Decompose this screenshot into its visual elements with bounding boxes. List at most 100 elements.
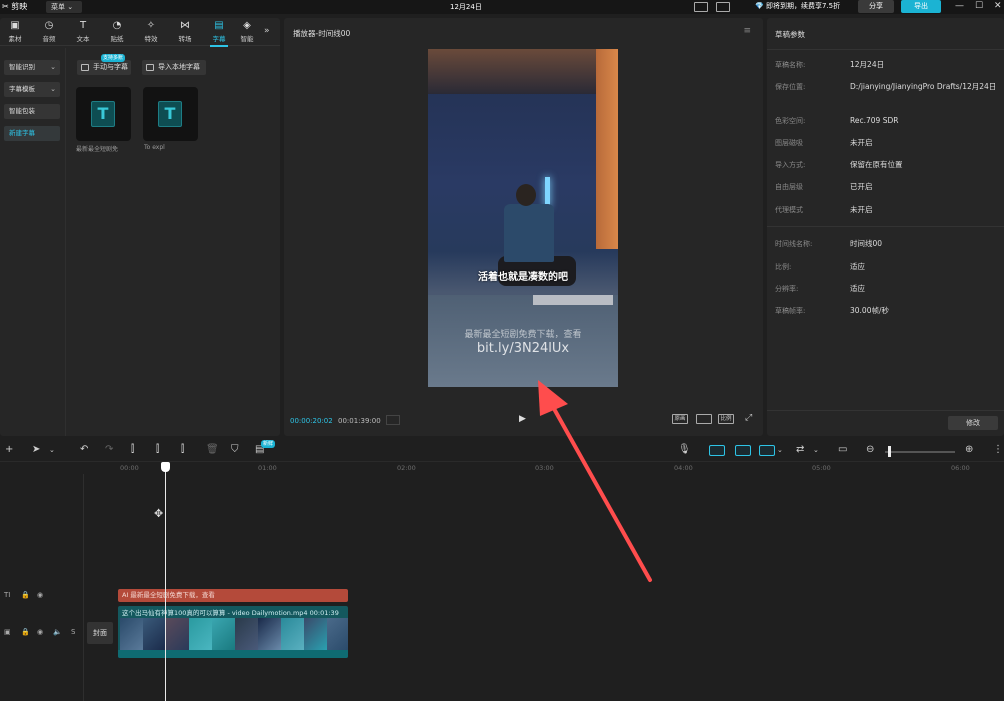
quality-button[interactable]: 原画 (672, 414, 688, 424)
maximize-icon[interactable]: ☐ (975, 1, 983, 11)
sidenav-new-caption[interactable]: 新建字幕 (4, 126, 60, 141)
import-caption-label: 导入本地字幕 (158, 63, 200, 71)
linkage-icon[interactable] (759, 445, 775, 456)
minimize-icon[interactable]: — (955, 1, 964, 11)
ratio-button[interactable]: 比例 (718, 414, 734, 424)
caption-sidenav: 智能识别 ⌄ 字幕模板 ⌄ 智能包装 新建字幕 (0, 48, 66, 436)
eye-icon[interactable]: ◉ (37, 591, 43, 599)
caption-thumbnail[interactable]: T (76, 87, 131, 141)
clip-frame (258, 618, 281, 650)
prop-label: 图层磁吸 (775, 139, 803, 147)
tool-label: 贴纸 (110, 35, 124, 43)
playhead-line[interactable] (165, 462, 166, 701)
add-track-icon[interactable]: + (5, 445, 13, 455)
zoom-slider[interactable] (885, 451, 955, 453)
caption-thumbnail[interactable]: T (143, 87, 198, 141)
main-track-magnet-icon[interactable] (709, 445, 725, 456)
text-icon: T (79, 20, 87, 31)
shortcut-icon[interactable] (716, 2, 730, 12)
more-vertical-icon[interactable]: ⋮ (993, 445, 1003, 455)
subtitle-clip[interactable]: AI 最新最全短剧免费下载，查看 (118, 589, 348, 602)
tool-label: 转场 (178, 35, 192, 43)
redo-icon[interactable]: ↷ (105, 445, 113, 455)
tool-label: 智能 (240, 35, 254, 43)
smart-icon: ◈ (243, 20, 251, 31)
undo-icon[interactable]: ↶ (80, 445, 88, 455)
manual-caption-button[interactable]: 手动与字幕 (77, 60, 131, 75)
tool-smart[interactable]: ◈ 智能 (232, 20, 262, 44)
split-icon[interactable]: ⫿ (131, 445, 134, 455)
video-clip[interactable]: 这个出马仙有神算100真的可以算算 - video Dailymotion.mp… (118, 606, 348, 658)
zoom-slider-handle[interactable] (888, 446, 891, 457)
layout-icon[interactable] (694, 2, 708, 12)
ruler-tick: 06:00 (951, 464, 970, 472)
prop-label: 分辨率: (775, 285, 799, 293)
edit-button[interactable]: 修改 (948, 416, 998, 430)
chevron-down-icon[interactable]: ⌄ (49, 445, 55, 455)
tool-media[interactable]: ▣ 素材 (0, 20, 30, 44)
export-button[interactable]: 导出 (901, 0, 941, 13)
lock-icon[interactable]: 🔒 (21, 591, 30, 599)
ruler-tick: 00:00 (120, 464, 139, 472)
cover-button[interactable]: 封面 (87, 622, 113, 644)
sidenav-smart-recognize[interactable]: 智能识别 ⌄ (4, 60, 60, 75)
chevron-down-icon[interactable]: ⌄ (777, 445, 783, 455)
fullscreen-icon[interactable]: ⤢ (745, 413, 752, 423)
sidenav-smart-pack[interactable]: 智能包装 (4, 104, 60, 119)
tool-sticker[interactable]: ◔ 贴纸 (102, 20, 132, 44)
eye-icon[interactable]: ◉ (37, 628, 43, 636)
play-icon[interactable]: ▶ (519, 414, 526, 424)
playhead-handle[interactable] (161, 462, 170, 472)
app-name: 剪映 (11, 2, 28, 11)
solo-icon[interactable]: S (71, 628, 75, 636)
sticker-icon: ◔ (112, 20, 122, 31)
timeline-toolbar: + ➤ ⌄ ↶ ↷ ⫿ ⫿ ⫿ 🗑 ⛉ ▤ 新鲜 🎙 ⌄ ⇄ ⌄ ▭ ⊖ ⊕ ⋮ (0, 440, 1004, 462)
timeline-area[interactable] (0, 474, 1004, 701)
import-caption-button[interactable]: 导入本地字幕 (142, 60, 206, 75)
tool-text[interactable]: T 文本 (68, 20, 98, 44)
media-icon: ▣ (10, 20, 20, 31)
timecode-toggle[interactable] (386, 415, 400, 425)
fullscreen-crop-icon[interactable] (696, 414, 712, 424)
lock-icon[interactable]: 🔒 (21, 628, 30, 636)
close-icon[interactable]: ✕ (994, 1, 1002, 11)
new-badge: 新鲜 (261, 440, 276, 448)
prop-label: 代理模式 (775, 206, 803, 214)
prop-value: 保留在原有位置 (850, 160, 903, 169)
new-badge: 支持多账 (101, 54, 126, 62)
sidenav-caption-template[interactable]: 字幕模板 ⌄ (4, 82, 60, 97)
chevron-down-icon[interactable]: ⌄ (813, 445, 819, 455)
clip-frame (304, 618, 327, 650)
folder-icon (146, 64, 154, 71)
tool-effects[interactable]: ✧ 特效 (136, 21, 166, 44)
microphone-icon[interactable]: 🎙 (678, 445, 691, 455)
prop-value: 适应 (850, 284, 865, 293)
tool-audio[interactable]: ◷ 音频 (34, 21, 64, 44)
main-menu-button[interactable]: 菜单 ⌄ (46, 1, 82, 13)
shield-icon[interactable]: ⛉ (231, 445, 239, 455)
audio-mute-icon[interactable]: 🔈 (53, 628, 62, 636)
split-right-icon[interactable]: ⫿ (181, 445, 184, 455)
scene-pillar (596, 49, 618, 249)
delete-icon[interactable]: 🗑 (206, 445, 219, 455)
share-button[interactable]: 分享 (858, 0, 894, 13)
video-preview[interactable]: 活着也就是凑数的吧 最新最全短剧免费下载，查看 bit.ly/3N24lUx (428, 49, 618, 387)
auto-snap-icon[interactable] (735, 445, 751, 456)
category-toolbar: ▣ 素材 ◷ 音频 T 文本 ◔ 贴纸 ✧ 特效 ⋈ 转场 ▤ 字幕 ◈ 智能 » (0, 18, 280, 47)
hamburger-icon[interactable]: ≡ (743, 26, 751, 36)
prop-label: 时间线名称: (775, 240, 813, 248)
more-icon[interactable]: » (264, 26, 270, 36)
split-left-icon[interactable]: ⫿ (156, 445, 159, 455)
zoom-in-icon[interactable]: ⊕ (965, 445, 973, 455)
tool-label: 字幕 (212, 35, 226, 43)
screen-icon[interactable]: ▭ (838, 445, 847, 455)
tool-transition[interactable]: ⋈ 转场 (170, 21, 200, 44)
zoom-out-icon[interactable]: ⊖ (866, 445, 874, 455)
prop-value: Rec.709 SDR (850, 116, 899, 125)
tool-caption[interactable]: ▤ 字幕 (204, 21, 234, 47)
timeline-ruler[interactable]: 00:00 01:00 02:00 03:00 04:00 05:00 06:0… (85, 462, 1004, 474)
divider (767, 226, 1004, 227)
promo-banner[interactable]: 💎 即将到期，续费享7.5折 (755, 1, 840, 11)
select-tool-icon[interactable]: ➤ (32, 445, 40, 455)
preview-axis-icon[interactable]: ⇄ (796, 445, 804, 455)
